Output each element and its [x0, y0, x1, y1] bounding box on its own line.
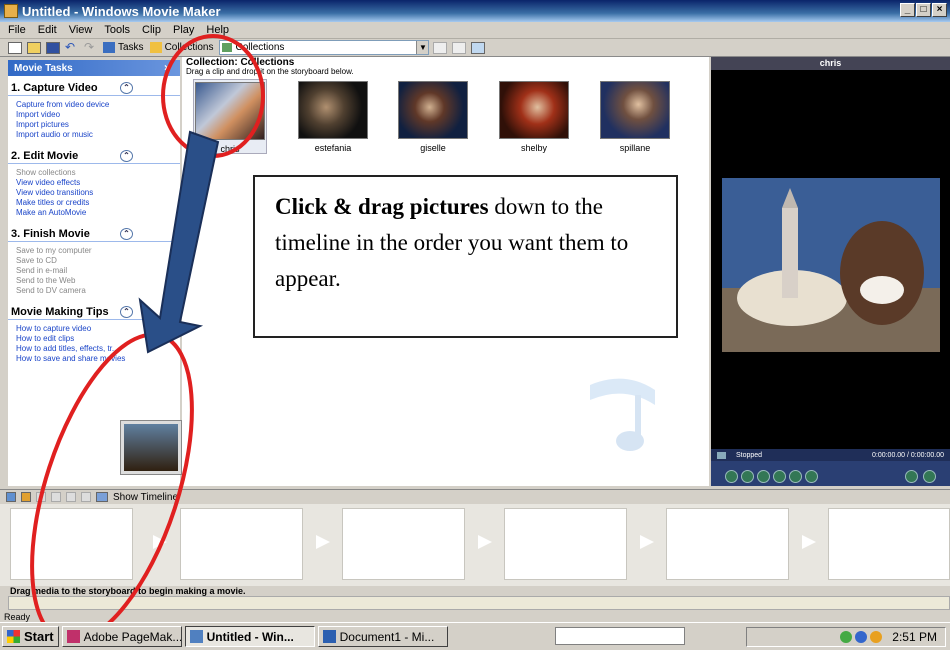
taskbar-item-moviemaker[interactable]: Untitled - Win...: [184, 626, 315, 647]
highlight-circle-storyboard: [30, 332, 194, 644]
start-label: Start: [24, 629, 54, 644]
moviemaker-icon: [189, 630, 203, 643]
system-tray: 2:51 PM: [746, 627, 946, 647]
taskbar-item-label: Untitled - Win...: [206, 629, 294, 644]
drag-direction-arrow: [138, 130, 220, 354]
taskbar-item-pagemaker[interactable]: Adobe PageMak...: [61, 626, 182, 647]
messenger-icon[interactable]: [855, 631, 868, 643]
pagemaker-icon: [66, 630, 80, 643]
taskbar-search-input[interactable]: [555, 627, 685, 645]
start-button[interactable]: Start: [2, 626, 59, 647]
tutorial-annotations: [30, 34, 265, 644]
clock: 2:51 PM: [892, 630, 937, 644]
taskbar-item-label: Adobe PageMak...: [83, 629, 182, 644]
highlight-circle-clip: [161, 34, 265, 158]
security-icon[interactable]: [870, 631, 883, 643]
word-icon: [322, 630, 336, 643]
taskbar-item-label: Document1 - Mi...: [339, 629, 435, 644]
network-icon[interactable]: [840, 631, 853, 643]
taskbar-item-word[interactable]: Document1 - Mi...: [317, 626, 448, 647]
windows-logo-icon: [7, 630, 20, 643]
